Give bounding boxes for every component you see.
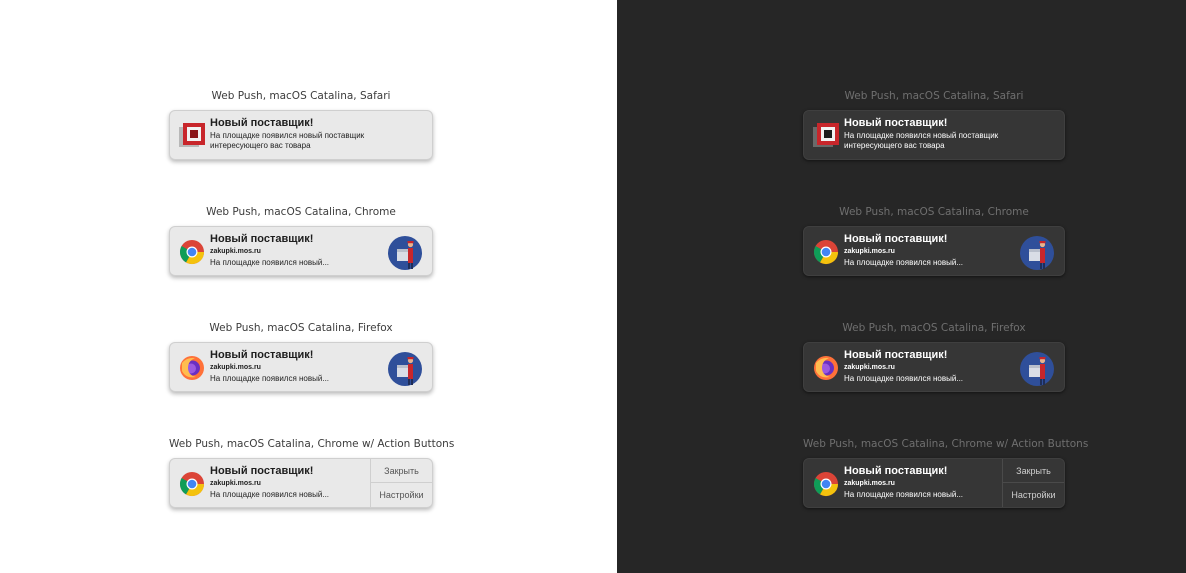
notification-site: zakupki.mos.ru <box>210 248 261 255</box>
notification-chrome-actions[interactable]: Новый поставщик! zakupki.mos.ru На площа… <box>169 458 433 508</box>
notification-title: Новый поставщик! <box>844 233 948 245</box>
notification-site: zakupki.mos.ru <box>844 248 895 255</box>
courier-avatar-icon <box>388 236 422 270</box>
notification-site: zakupki.mos.ru <box>844 364 895 371</box>
caption-chrome-actions: Web Push, macOS Catalina, Chrome w/ Acti… <box>169 438 455 450</box>
notification-body: На площадке появился новый... <box>210 374 330 383</box>
notification-site: zakupki.mos.ru <box>844 480 895 487</box>
notification-safari[interactable]: Новый поставщик! На площадке появился но… <box>169 110 433 160</box>
close-button[interactable]: Закрыть <box>371 459 432 483</box>
notification-title: Новый поставщик! <box>844 465 948 477</box>
settings-button[interactable]: Настройки <box>371 483 432 507</box>
notification-body: На площадке появился новый поставщик инт… <box>844 131 999 150</box>
action-buttons: Закрыть Настройки <box>370 459 432 507</box>
close-button[interactable]: Закрыть <box>1003 459 1064 483</box>
notification-body: На площадке появился новый... <box>844 490 964 499</box>
notification-title: Новый поставщик! <box>844 117 948 129</box>
notification-body: На площадке появился новый... <box>210 490 330 499</box>
firefox-icon <box>813 355 839 381</box>
firefox-icon <box>179 355 205 381</box>
notification-site: zakupki.mos.ru <box>210 364 261 371</box>
notification-chrome[interactable]: Новый поставщик! zakupki.mos.ru На площа… <box>803 226 1065 276</box>
courier-avatar-icon <box>1020 236 1054 270</box>
courier-avatar-icon <box>1020 352 1054 386</box>
notification-firefox[interactable]: Новый поставщик! zakupki.mos.ru На площа… <box>169 342 433 392</box>
chrome-icon <box>813 239 839 265</box>
caption-firefox: Web Push, macOS Catalina, Firefox <box>842 322 1026 334</box>
notification-firefox[interactable]: Новый поставщик! zakupki.mos.ru На площа… <box>803 342 1065 392</box>
chrome-icon <box>179 239 205 265</box>
caption-chrome-actions: Web Push, macOS Catalina, Chrome w/ Acti… <box>803 438 1089 450</box>
chrome-icon <box>813 471 839 497</box>
caption-safari: Web Push, macOS Catalina, Safari <box>211 90 391 102</box>
notification-body: На площадке появился новый поставщик инт… <box>210 131 365 150</box>
notification-body: На площадке появился новый... <box>844 374 964 383</box>
notification-body: На площадке появился новый... <box>210 258 330 267</box>
site-logo-icon <box>813 123 839 149</box>
notification-site: zakupki.mos.ru <box>210 480 261 487</box>
notification-chrome-actions[interactable]: Новый поставщик! zakupki.mos.ru На площа… <box>803 458 1065 508</box>
caption-safari: Web Push, macOS Catalina, Safari <box>844 90 1024 102</box>
caption-chrome: Web Push, macOS Catalina, Chrome <box>206 206 396 218</box>
notification-chrome[interactable]: Новый поставщик! zakupki.mos.ru На площа… <box>169 226 433 276</box>
notification-title: Новый поставщик! <box>210 233 314 245</box>
chrome-icon <box>179 471 205 497</box>
notification-safari[interactable]: Новый поставщик! На площадке появился но… <box>803 110 1065 160</box>
courier-avatar-icon <box>388 352 422 386</box>
notification-body: На площадке появился новый... <box>844 258 964 267</box>
caption-chrome: Web Push, macOS Catalina, Chrome <box>839 206 1029 218</box>
dark-theme-panel: Web Push, macOS Catalina, Safari Новый п… <box>617 0 1186 573</box>
notification-title: Новый поставщик! <box>844 349 948 361</box>
notification-title: Новый поставщик! <box>210 465 314 477</box>
notification-title: Новый поставщик! <box>210 117 314 129</box>
light-theme-panel: Web Push, macOS Catalina, Safari Новый п… <box>0 0 617 573</box>
site-logo-icon <box>179 123 205 149</box>
notification-title: Новый поставщик! <box>210 349 314 361</box>
action-buttons: Закрыть Настройки <box>1002 459 1064 507</box>
caption-firefox: Web Push, macOS Catalina, Firefox <box>209 322 393 334</box>
settings-button[interactable]: Настройки <box>1003 483 1064 507</box>
